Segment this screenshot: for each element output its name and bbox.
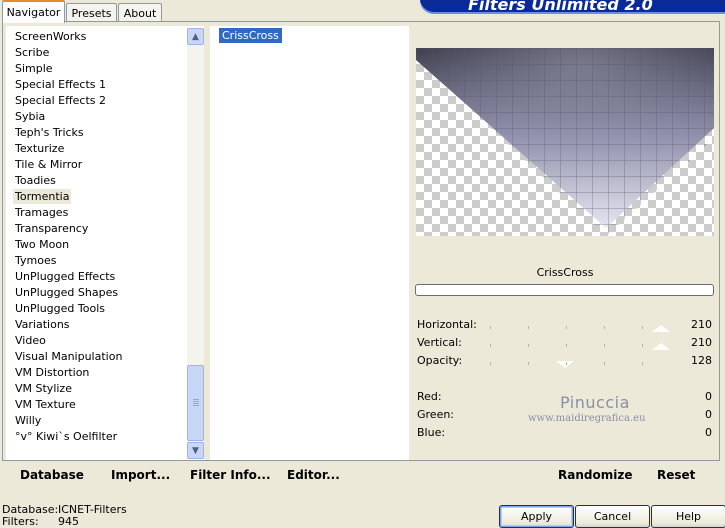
scroll-thumb[interactable] [187,365,204,441]
category-item[interactable]: UnPlugged Tools [13,301,107,316]
filters-info-label: Filters: [2,515,39,528]
slider-tick [642,344,643,347]
tab-about[interactable]: About [118,3,162,22]
param-label-red: Red: [417,390,442,403]
param-value-opacity[interactable]: 128 [691,354,712,368]
slider-tick [566,362,567,365]
category-item[interactable]: VM Stylize [13,381,74,396]
category-item[interactable]: Sybia [13,109,47,124]
database-button[interactable]: Database [20,466,84,484]
slider-tick [490,326,491,329]
category-item[interactable]: Toadies [13,173,58,188]
help-button-label: Help [675,510,702,523]
param-label-green: Green: [417,408,455,421]
slider-tick [604,344,605,347]
category-item[interactable]: UnPlugged Shapes [13,285,120,300]
category-item[interactable]: Tile & Mirror [13,157,84,172]
slider-tick [528,362,529,365]
randomize-button[interactable]: Randomize [558,466,632,484]
slider-tick [642,362,643,365]
filter-info-button-label: Filter Info... [190,468,271,482]
tab-navigator[interactable]: Navigator [2,0,65,23]
category-item[interactable]: ScreenWorks [13,29,88,44]
slider-tick [528,326,529,329]
tab-presets-label: Presets [71,6,112,20]
category-scrollbar[interactable]: ▲ ▼ [187,28,204,459]
slider-tick [490,362,491,365]
param-value-green[interactable]: 0 [705,408,712,422]
category-item[interactable]: Special Effects 2 [13,93,108,108]
param-label-opacity: Opacity: [417,354,463,367]
param-label-vertical: Vertical: [417,336,462,349]
import-button-label: Import... [111,468,171,482]
filter-list[interactable]: CrissCross [210,26,409,460]
param-value-vertical[interactable]: 210 [691,336,712,350]
category-item[interactable]: Two Moon [13,237,71,252]
category-item[interactable]: Variations [13,317,72,332]
editor-button[interactable]: Editor... [287,466,340,484]
category-item[interactable]: Tymoes [13,253,58,268]
category-item[interactable]: Special Effects 1 [13,77,108,92]
slider-tick [490,344,491,347]
arrow-down-icon: ▼ [192,445,199,456]
filter-info-button[interactable]: Filter Info... [190,466,271,484]
param-value-blue[interactable]: 0 [705,426,712,440]
import-button[interactable]: Import... [111,466,170,484]
param-label-blue: Blue: [417,426,446,439]
param-value-horizontal[interactable]: 210 [691,318,712,332]
opacity-slider[interactable] [556,361,574,368]
param-value-red[interactable]: 0 [705,390,712,404]
category-item[interactable]: Tramages [13,205,70,220]
category-item[interactable]: Texturize [13,141,66,156]
arrow-up-icon: ▲ [192,31,199,42]
horizontal-slider[interactable] [652,325,670,332]
reset-button-label: Reset [657,468,696,482]
category-item[interactable]: VM Texture [13,397,78,412]
category-item[interactable]: Teph's Tricks [13,125,86,140]
cancel-button-label: Cancel [593,510,632,523]
category-item[interactable]: Visual Manipulation [13,349,124,364]
param-label-horizontal: Horizontal: [417,318,477,331]
slider-tick [528,344,529,347]
slider-tick [604,326,605,329]
randomize-button-label: Randomize [558,468,633,482]
slider-tick [642,326,643,329]
database-button-label: Database [20,468,84,482]
apply-button-label: Apply [520,510,553,523]
app-title: Filters Unlimited 2.0 [468,0,653,14]
filter-item-crisscross[interactable]: CrissCross [219,28,282,43]
category-item[interactable]: °v° Kiwi`s Oelfilter [13,429,119,444]
category-item[interactable]: Scribe [13,45,51,60]
scroll-up-button[interactable]: ▲ [187,28,204,45]
vertical-slider[interactable] [652,343,670,350]
category-item[interactable]: Video [13,333,48,348]
category-item[interactable]: Transparency [13,221,90,236]
slider-tick [604,362,605,365]
reset-button[interactable]: Reset [657,466,695,484]
slider-tick [566,344,567,347]
preview-image [416,48,714,236]
tab-navigator-label: Navigator [6,6,61,19]
category-item[interactable]: Tormentia [13,189,72,204]
category-list[interactable]: ScreenWorks Scribe Simple Special Effects 1… [6,26,204,460]
scroll-down-button[interactable]: ▼ [187,442,204,459]
slider-tick [566,326,567,329]
filters-info-value: 945 [58,515,79,528]
category-item[interactable]: VM Distortion [13,365,91,380]
tab-about-label: About [123,6,157,20]
watermark-name: Pinuccia [560,393,630,412]
category-item[interactable]: Simple [13,61,55,76]
filter-name: CrissCross [536,266,594,279]
watermark-url: www.maidiregrafica.eu [528,413,646,424]
filters-info: Filters: 945 [2,515,79,528]
category-item[interactable]: Willy [13,413,43,428]
tab-presets[interactable]: Presets [66,3,117,22]
progress-bar [415,284,714,296]
category-item[interactable]: UnPlugged Effects [13,269,117,284]
app-banner: Filters Unlimited 2.0 [420,0,725,14]
editor-button-label: Editor... [287,468,340,482]
